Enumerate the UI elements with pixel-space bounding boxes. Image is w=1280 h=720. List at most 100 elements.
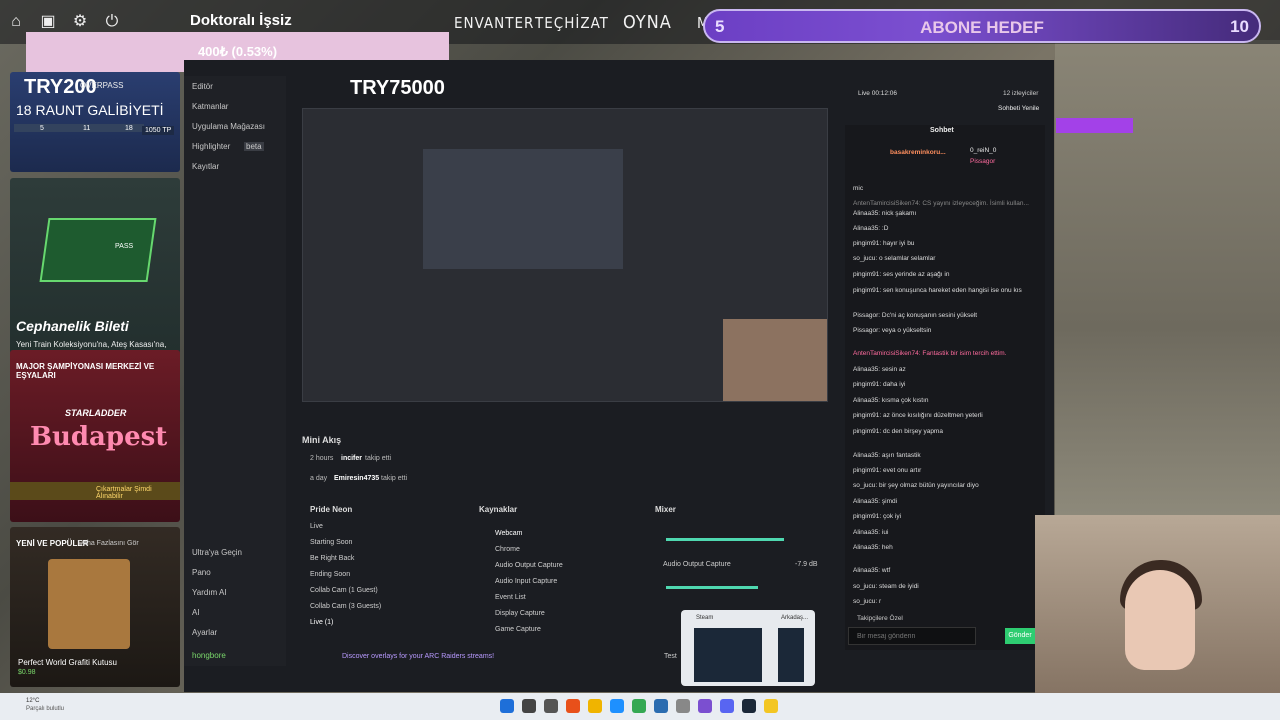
donation-goal-text: 400₺ (0.53%)	[197, 44, 278, 59]
source-item[interactable]: Audio Input Capture	[495, 578, 557, 585]
source-item[interactable]: Display Capture	[495, 610, 545, 617]
card1-num-a: 5	[40, 125, 44, 132]
app-icon[interactable]	[676, 699, 690, 713]
refresh-chat-button[interactable]: Sohbeti Yenile	[998, 105, 1039, 112]
nav-play[interactable]: OYNA	[623, 12, 672, 33]
subscriber-goal-bar: 5 ABONE HEDEF 10	[703, 9, 1261, 43]
feed-time-1: 2 hours	[310, 455, 334, 462]
discord-icon[interactable]	[720, 699, 734, 713]
source-item[interactable]: Chrome	[495, 546, 520, 553]
webcam-face	[1125, 570, 1195, 670]
weather-temp[interactable]: 12°C	[26, 698, 39, 704]
app-icon[interactable]	[698, 699, 712, 713]
feed-action-2: takip etti	[381, 475, 408, 482]
feed-user-1: incifer	[341, 455, 363, 462]
power-icon[interactable]: ⏻	[102, 12, 122, 32]
scene-item[interactable]: Starting Soon	[310, 539, 352, 546]
overlay-banner[interactable]: Discover overlays for your ARC Raiders s…	[342, 653, 494, 660]
sidebar-item-highlighter[interactable]: Highlighter	[192, 142, 230, 151]
sidebar-item-ai[interactable]: AI	[192, 608, 200, 617]
home-icon[interactable]: ⌂	[6, 12, 26, 32]
scene-item[interactable]: Live	[310, 523, 323, 530]
preview-steam-label: Steam	[696, 615, 714, 621]
chat-message: Alinaa35: şimdi	[853, 498, 898, 505]
scenes-title: Pride Neon	[310, 505, 353, 514]
source-item[interactable]: Game Capture	[495, 626, 541, 633]
viewer-count: 12 izleyiciler	[1003, 90, 1039, 97]
store-card-new[interactable]: YENİ VE POPÜLER Daha Fazlasını Gör Perfe…	[10, 527, 180, 687]
folder-icon[interactable]	[588, 699, 602, 713]
top-supporter: basakreminkoru...	[890, 149, 946, 156]
app-icon[interactable]	[566, 699, 580, 713]
stream-preview[interactable]	[302, 108, 828, 402]
scene-item[interactable]: Be Right Back	[310, 555, 354, 562]
store-column: TRY200 OVERPASS 18 RAUNT GALİBİYETİ 5 11…	[10, 72, 182, 687]
mixer-slider-1[interactable]	[666, 538, 784, 541]
mixer-slider-2[interactable]	[666, 586, 758, 589]
source-item[interactable]: Audio Output Capture	[495, 562, 563, 569]
search-icon[interactable]	[522, 699, 536, 713]
source-item[interactable]: Event List	[495, 594, 526, 601]
card1-rounds: 18 RAUNT GALİBİYETİ	[16, 102, 164, 118]
sub-goal-target: 10	[1230, 17, 1249, 36]
card4-sub[interactable]: Daha Fazlasını Gör	[78, 540, 139, 547]
task-view-icon[interactable]	[544, 699, 558, 713]
preview-friends-thumb[interactable]	[778, 628, 804, 682]
pass-ticket-label: PASS	[115, 243, 134, 250]
steam-icon[interactable]	[742, 699, 756, 713]
chat-message: Alinaa35: nick şakamı	[853, 210, 917, 217]
card1-num-b: 11	[83, 125, 91, 132]
app-icon[interactable]	[764, 699, 778, 713]
send-button[interactable]: Gönder	[1005, 628, 1035, 644]
preview-steam-thumb[interactable]	[694, 628, 762, 682]
chat-message: pingim91: az önce kısılığını düzeltmen y…	[853, 412, 983, 419]
source-item[interactable]: Webcam	[495, 530, 523, 537]
sidebar-item-editor[interactable]: Editör	[192, 82, 213, 91]
card3-link[interactable]: Çıkartmalar Şimdi Alınabilir	[96, 486, 180, 500]
chat-input[interactable]	[848, 627, 976, 645]
mini-feed-title: Mini Akış	[302, 435, 342, 445]
sidebar-item-layers[interactable]: Katmanlar	[192, 102, 228, 111]
card3-city: Budapest	[30, 422, 168, 452]
chat-message: pingim91: evet onu artır	[853, 467, 922, 474]
mixer-db: -7.9 dB	[795, 561, 818, 568]
nav-inventory[interactable]: ENVANTER	[454, 14, 534, 32]
card1-tp: 1050 TP	[142, 126, 175, 135]
chrome-icon[interactable]	[632, 699, 646, 713]
sidebar-item-dashboard[interactable]: Pano	[192, 568, 211, 577]
sidebar-item-ultra[interactable]: Ultra'ya Geçin	[192, 548, 242, 557]
edge-icon[interactable]	[610, 699, 624, 713]
chat-message: pingim91: çok iyi	[853, 513, 902, 520]
sidebar-item-settings[interactable]: Ayarlar	[192, 628, 217, 637]
store-card-overpass[interactable]: TRY200 OVERPASS 18 RAUNT GALİBİYETİ 5 11…	[10, 72, 180, 172]
chat-message: so_jucu: r	[853, 598, 882, 605]
test-button[interactable]: Test	[664, 653, 677, 660]
sub-goal-title: ABONE HEDEF	[920, 18, 1044, 37]
sidebar-item-appstore[interactable]: Uygulama Mağazası	[192, 122, 265, 131]
preview-nested-capture	[423, 149, 623, 269]
gear-icon[interactable]: ⚙	[70, 12, 90, 32]
chat-message: pingim91: daha iyi	[853, 381, 906, 388]
player-name: Doktoralı İşsiz	[190, 12, 292, 29]
sidebar-item-help-ai[interactable]: Yardım AI	[192, 588, 227, 597]
scene-item[interactable]: Collab Cam (1 Guest)	[310, 587, 378, 594]
sidebar-item-user[interactable]: hongbore	[192, 651, 226, 660]
weather-desc[interactable]: Parçalı bulutlu	[26, 706, 64, 712]
card1-pass: OVERPASS	[80, 81, 124, 90]
preview-webcam	[723, 319, 827, 401]
chat-message: Pissagor: veya o yükseltsin	[853, 327, 932, 334]
sidebar-item-recordings[interactable]: Kayıtlar	[192, 162, 219, 171]
card4-price: $0.98	[18, 669, 36, 676]
nav-loadout[interactable]: TEÇHİZAT	[535, 14, 609, 32]
tv-icon[interactable]: ▣	[38, 12, 58, 32]
scene-item[interactable]: Collab Cam (3 Guests)	[310, 603, 381, 610]
chat-message: pingim91: dc den birşey yapma	[853, 428, 943, 435]
scene-item-active[interactable]: Live (1)	[310, 619, 333, 626]
scene-item[interactable]: Ending Soon	[310, 571, 350, 578]
store-card-major[interactable]: MAJOR ŞAMPİYONASI MERKEZİ VE EŞYALARI ST…	[10, 350, 180, 522]
chat-message: pingim91: ses yerinde az aşağı in	[853, 271, 950, 278]
feed-time-2: a day	[310, 475, 328, 482]
start-icon[interactable]	[500, 699, 514, 713]
chat-message: Alinaa35: wtf	[853, 567, 891, 574]
app-icon[interactable]	[654, 699, 668, 713]
